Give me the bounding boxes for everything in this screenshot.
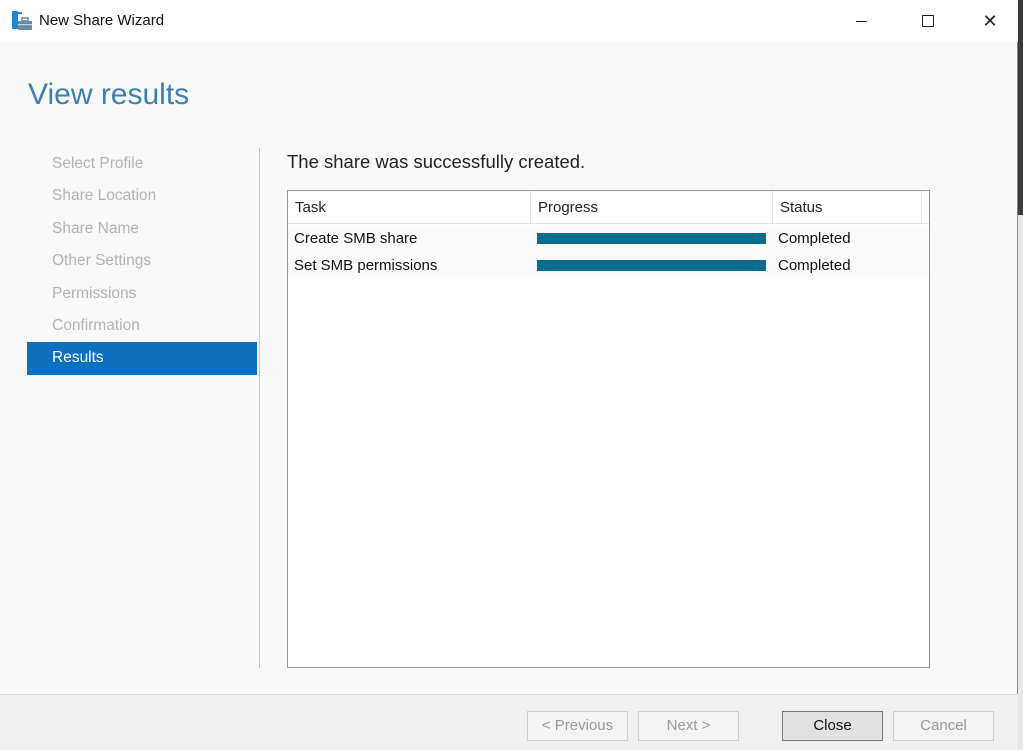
column-status[interactable]: Status [773, 191, 922, 224]
task-cell: Create SMB share [294, 230, 418, 247]
progress-bar [537, 233, 766, 244]
table-row[interactable]: Set SMB permissions Completed [288, 252, 929, 279]
maximize-button[interactable] [905, 0, 951, 42]
share-wizard-icon [12, 11, 32, 30]
next-button[interactable]: Next > [638, 711, 739, 741]
column-progress[interactable]: Progress [531, 191, 773, 224]
close-button[interactable]: Close [782, 711, 883, 741]
minimize-icon [855, 20, 867, 22]
close-window-button[interactable]: ✕ [967, 0, 1013, 42]
page-title: View results [28, 78, 190, 111]
status-cell: Completed [778, 230, 851, 247]
column-task[interactable]: Task [288, 191, 531, 224]
table-row[interactable]: Create SMB share Completed [288, 225, 929, 252]
minimize-button[interactable] [838, 0, 884, 42]
task-cell: Set SMB permissions [294, 257, 438, 274]
maximize-icon [922, 15, 934, 27]
background-window-edge [1018, 0, 1023, 750]
progress-fill [537, 260, 766, 271]
step-confirmation: Confirmation [52, 316, 140, 334]
step-other-settings: Other Settings [52, 252, 152, 270]
wizard-steps: Select Profile Share Location Share Name… [27, 148, 257, 375]
results-table: Task Progress Status Create SMB share Co… [287, 190, 930, 668]
table-header: Task Progress Status [288, 191, 929, 224]
progress-bar [537, 260, 766, 271]
title-bar: New Share Wizard ✕ [0, 0, 1018, 42]
footer: < Previous Next > Close Cancel [0, 694, 1018, 750]
step-results[interactable]: Results [27, 342, 257, 375]
step-select-profile: Select Profile [52, 155, 144, 172]
result-message: The share was successfully created. [287, 151, 586, 172]
previous-button[interactable]: < Previous [527, 711, 628, 741]
step-share-name: Share Name [52, 219, 140, 237]
status-cell: Completed [778, 257, 851, 274]
close-icon: ✕ [982, 10, 998, 31]
step-permissions: Permissions [52, 284, 137, 302]
progress-fill [537, 233, 766, 244]
step-share-location: Share Location [52, 187, 157, 205]
wizard-window: New Share Wizard ✕ View results Select P… [0, 0, 1018, 750]
divider [259, 148, 260, 668]
window-title: New Share Wizard [39, 12, 165, 29]
cancel-button[interactable]: Cancel [893, 711, 994, 741]
